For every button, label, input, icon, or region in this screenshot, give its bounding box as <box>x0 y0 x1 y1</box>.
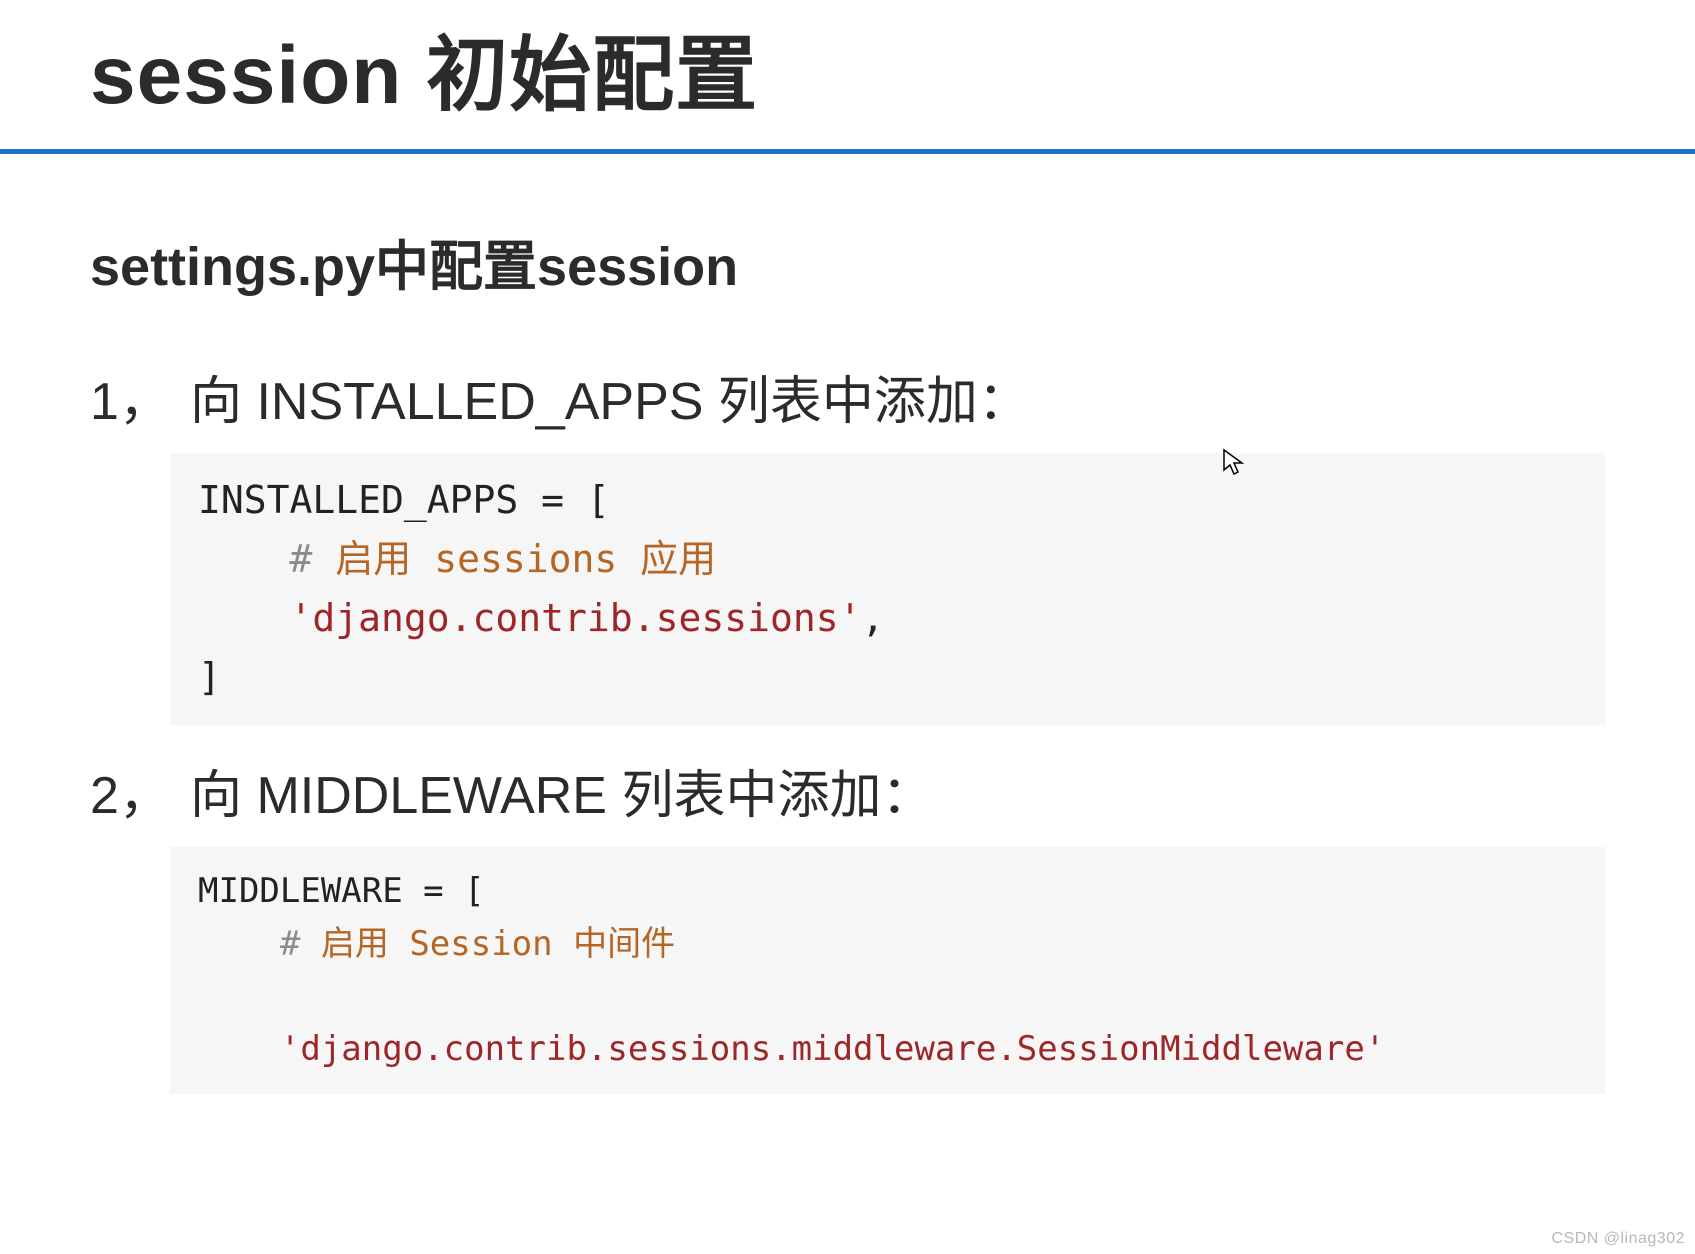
code-space <box>411 537 434 581</box>
code-token: = [ <box>518 478 610 522</box>
document-page: session 初始配置 settings.py中配置session 1，向 I… <box>0 0 1695 1094</box>
page-title: session 初始配置 <box>90 0 1695 127</box>
code-comment-word: sessions <box>434 537 617 581</box>
list-item-1: 1，向 INSTALLED_APPS 列表中添加： INSTALLED_APPS… <box>90 371 1605 725</box>
title-underline <box>0 149 1695 154</box>
code-token: INSTALLED_APPS <box>198 478 518 522</box>
code-comment-hash: # <box>198 924 321 964</box>
code-space <box>617 537 640 581</box>
code-token: ] <box>198 655 221 699</box>
subheading: settings.py中配置session <box>90 222 1605 301</box>
code-comment-hash: # <box>198 537 335 581</box>
code-comment-word: 启用 <box>335 537 411 581</box>
code-token: MIDDLEWARE <box>198 871 403 911</box>
item-1-heading: 1，向 INSTALLED_APPS 列表中添加： <box>90 371 1605 433</box>
code-punct: , <box>861 596 884 640</box>
code-block-installed-apps: INSTALLED_APPS = [ # 启用 sessions 应用 'dja… <box>170 453 1605 725</box>
code-space <box>389 924 409 964</box>
code-indent <box>198 1029 280 1069</box>
item-1-heading-text: 向 INSTALLED_APPS 列表中添加： <box>190 373 1030 431</box>
code-string: 'django.contrib.sessions.middleware.Sess… <box>280 1029 1385 1069</box>
item-2-number: 2， <box>90 765 190 827</box>
code-string: 'django.contrib.sessions' <box>290 596 862 640</box>
title-section: session 初始配置 <box>0 0 1695 127</box>
content-area: settings.py中配置session 1，向 INSTALLED_APPS… <box>0 222 1695 1094</box>
item-2-heading: 2，向 MIDDLEWARE 列表中添加： <box>90 765 1605 827</box>
code-comment-word: 中间件 <box>573 924 675 964</box>
code-comment-word: Session <box>409 924 552 964</box>
watermark: CSDN @linag302 <box>1551 1230 1685 1248</box>
code-comment-word: 启用 <box>321 924 389 964</box>
item-2-heading-text: 向 MIDDLEWARE 列表中添加： <box>190 767 933 825</box>
code-comment-word: 应用 <box>640 537 716 581</box>
list-item-2: 2，向 MIDDLEWARE 列表中添加： MIDDLEWARE = [ # 启… <box>90 765 1605 1094</box>
code-space <box>553 924 573 964</box>
item-1-number: 1， <box>90 371 190 433</box>
code-block-middleware: MIDDLEWARE = [ # 启用 Session 中间件 'django.… <box>170 847 1605 1094</box>
code-token: = [ <box>403 871 485 911</box>
code-indent <box>198 596 290 640</box>
